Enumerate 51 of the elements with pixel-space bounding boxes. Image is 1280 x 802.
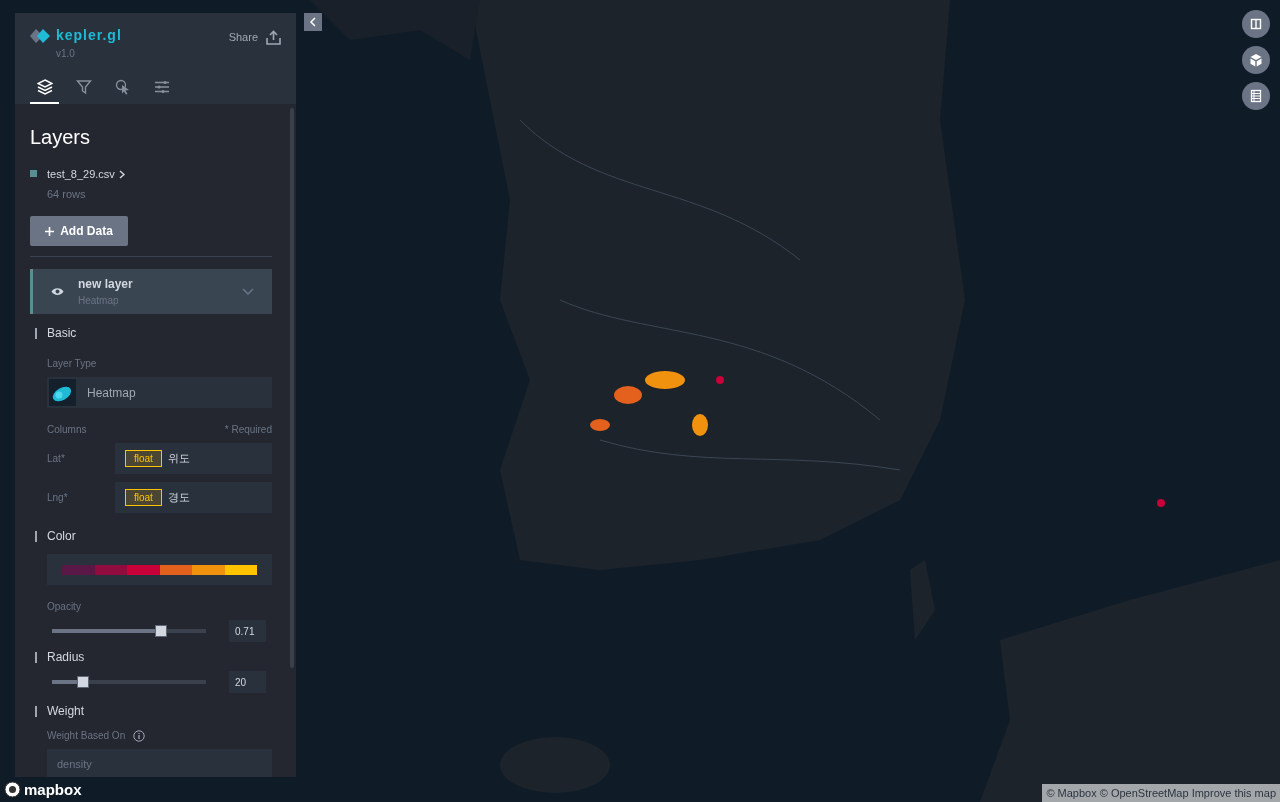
collapse-button[interactable] — [304, 13, 322, 31]
chevron-right-icon[interactable] — [118, 169, 125, 179]
row-count: 64 rows — [47, 186, 87, 202]
mapbox-logo-icon — [4, 781, 21, 798]
section-title: Basic — [47, 325, 77, 342]
layers-icon — [36, 79, 53, 95]
layer-type-select[interactable]: Heatmap — [47, 377, 272, 408]
section-title: Weight — [47, 703, 85, 720]
slider-handle[interactable] — [155, 625, 168, 637]
sliders-icon — [153, 79, 170, 95]
cursor-icon — [114, 79, 131, 95]
app-name: kepler.gl — [56, 26, 122, 45]
slider-handle[interactable] — [76, 676, 89, 688]
info-icon[interactable] — [133, 729, 146, 742]
value-field[interactable]: 20 — [229, 671, 266, 693]
chevron-left-icon — [309, 17, 317, 27]
section-title: Color — [47, 528, 76, 545]
dataset-name[interactable]: test_8_29.csv — [47, 166, 115, 183]
field-label: Columns — [47, 423, 87, 437]
required-note: * Required — [224, 423, 272, 437]
upload-icon — [266, 29, 281, 45]
attribution-text: © Mapbox © OpenStreetMap Improve this map — [1042, 783, 1280, 802]
funnel-icon — [75, 79, 92, 95]
logo-icon — [30, 28, 50, 43]
field-label: Lat* — [47, 452, 66, 466]
plus-icon — [45, 226, 55, 236]
mapbox-logo: mapbox — [24, 782, 82, 797]
field-label: Lng* — [47, 491, 69, 505]
color-palette-select[interactable] — [47, 554, 272, 585]
column-select[interactable]: float 위도 — [115, 443, 272, 474]
list-icon — [1248, 88, 1264, 104]
split-view-icon — [1248, 16, 1264, 32]
share-button[interactable]: Share — [228, 29, 281, 46]
field-label: Weight Based On — [47, 729, 126, 743]
column-select[interactable]: float 경도 — [115, 482, 272, 513]
column-name: 위도 — [167, 451, 190, 467]
eye-icon[interactable] — [51, 287, 64, 296]
add-data-button[interactable]: Add Data — [30, 216, 128, 246]
field-label: Layer Type — [47, 357, 98, 371]
heatmap-icon — [49, 379, 76, 406]
type-tag: float — [125, 450, 162, 467]
layer-name: new layer — [78, 276, 134, 293]
version-label: v1.0 — [56, 47, 76, 61]
panel-title: Layers — [30, 125, 92, 150]
column-name: 경도 — [167, 490, 190, 506]
cube-icon — [1248, 52, 1264, 68]
value-field[interactable]: 0.71 — [229, 620, 266, 642]
heatmap-dot — [1157, 499, 1165, 507]
field-label: Opacity — [47, 600, 82, 614]
section-title: Radius — [47, 649, 85, 666]
type-tag: float — [125, 489, 162, 506]
